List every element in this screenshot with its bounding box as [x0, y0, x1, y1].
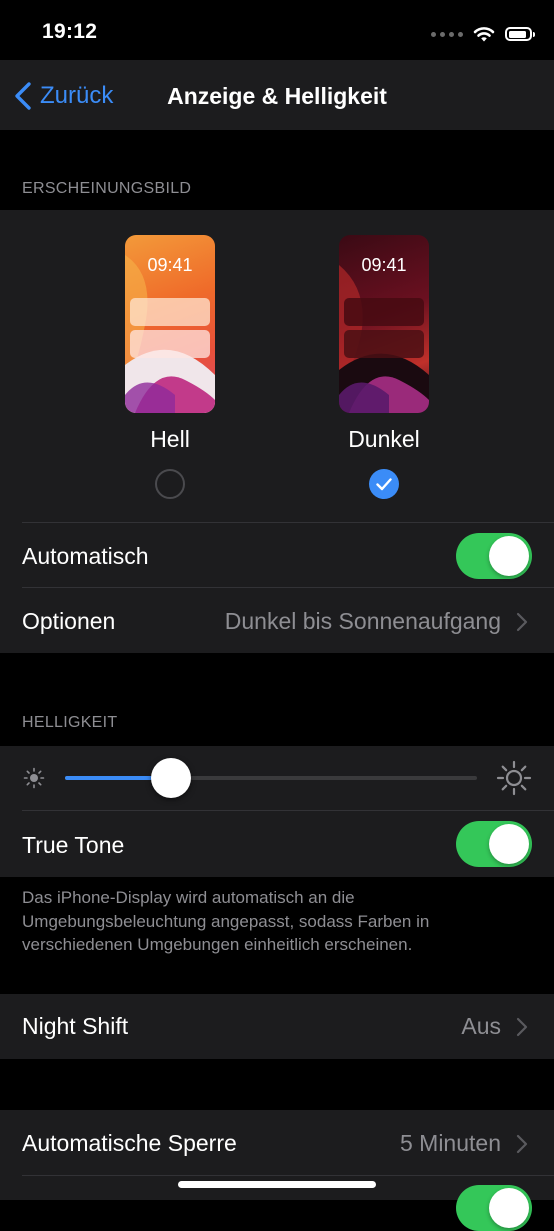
status-time: 19:12 [42, 20, 98, 43]
automatic-toggle[interactable] [456, 533, 532, 579]
options-row[interactable]: Optionen Dunkel bis Sonnenaufgang [0, 588, 554, 653]
sun-large-icon [496, 760, 532, 796]
chevron-right-icon [516, 1134, 528, 1154]
auto-lock-label: Automatische Sperre [22, 1130, 237, 1156]
auto-lock-value: 5 Minuten [399, 1130, 501, 1156]
options-value: Dunkel bis Sonnenaufgang [224, 608, 501, 634]
brightness-group: True Tone [0, 746, 554, 877]
sun-small-icon [23, 767, 45, 789]
brightness-slider-thumb[interactable] [150, 758, 191, 798]
divider [22, 522, 554, 523]
status-icons [431, 22, 535, 46]
chevron-right-icon [516, 1017, 528, 1037]
page-title: Anzeige & Helligkeit [167, 83, 387, 109]
dark-mode-preview[interactable]: 09:41 [339, 235, 429, 413]
checkmark-icon [376, 478, 392, 491]
section-header-appearance: ERSCHEINUNGSBILD [22, 180, 192, 197]
true-tone-description: Das iPhone-Display wird automatisch an d… [22, 888, 430, 954]
true-tone-toggle[interactable] [456, 821, 532, 867]
automatic-label: Automatisch [22, 543, 149, 569]
dark-preview-card [344, 330, 424, 358]
wifi-icon [473, 26, 495, 41]
dark-mode-label[interactable]: Dunkel [324, 426, 444, 453]
true-tone-label: True Tone [22, 832, 125, 858]
light-preview-time: 09:41 [147, 255, 193, 275]
appearance-group: 09:41 Hell 09:41 Dunkel Automatisch Opti… [0, 210, 554, 653]
light-mode-preview[interactable]: 09:41 [125, 235, 215, 413]
options-label: Optionen [22, 608, 116, 634]
night-shift-row[interactable]: Night Shift Aus [0, 994, 554, 1059]
divider [22, 1175, 554, 1176]
home-indicator [178, 1181, 376, 1188]
dark-preview-card [344, 298, 424, 326]
dark-mode-radio[interactable] [369, 469, 399, 499]
chevron-right-icon [516, 612, 528, 632]
light-preview-card [130, 298, 210, 326]
battery-icon [505, 27, 535, 41]
light-preview-card [130, 330, 210, 358]
light-mode-radio[interactable] [155, 469, 185, 499]
light-mode-label[interactable]: Hell [110, 426, 230, 453]
signal-dots-icon [431, 31, 463, 37]
auto-lock-row[interactable]: Automatische Sperre 5 Minuten [0, 1110, 554, 1175]
night-shift-label: Night Shift [22, 1013, 129, 1039]
night-shift-value: Aus [461, 1013, 501, 1039]
section-header-brightness: HELLIGKEIT [22, 714, 118, 731]
next-row-toggle[interactable] [456, 1185, 532, 1231]
divider [22, 810, 554, 811]
dark-preview-time: 09:41 [361, 255, 407, 275]
